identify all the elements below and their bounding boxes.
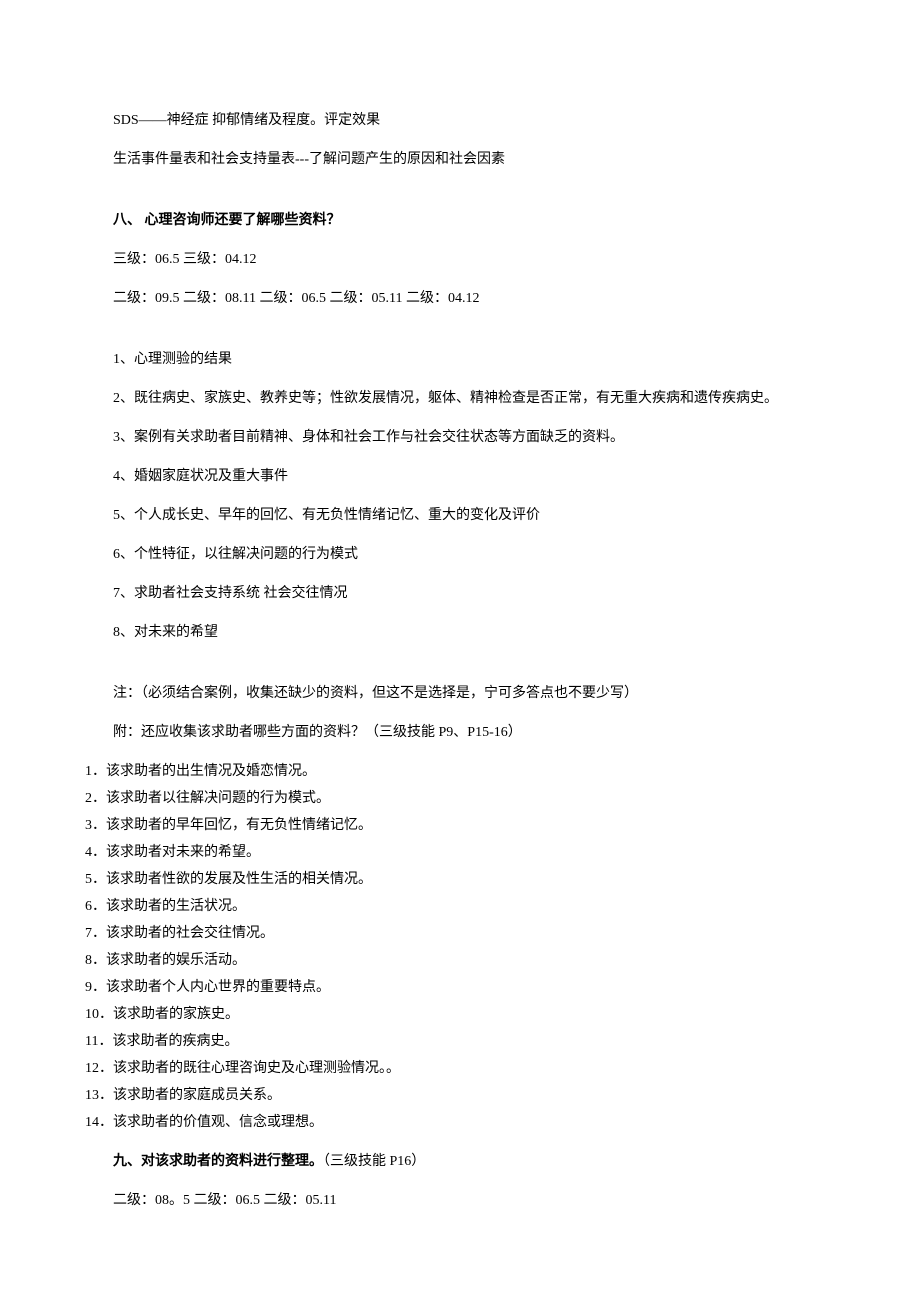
section-9-title: 九、对该求助者的资料进行整理。（三级技能 P16）: [85, 1151, 835, 1172]
appendix-item-7: 7．该求助者的社会交往情况。: [85, 923, 835, 944]
appendix-title: 附：还应收集该求助者哪些方面的资料？（三级技能 P9、P15-16）: [85, 722, 835, 743]
appendix-item-8: 8．该求助者的娱乐活动。: [85, 950, 835, 971]
appendix-item-2: 2．该求助者以往解决问题的行为模式。: [85, 788, 835, 809]
appendix-item-14: 14．该求助者的价值观、信念或理想。: [85, 1112, 835, 1133]
paragraph-scales: 生活事件量表和社会支持量表---了解问题产生的原因和社会因素: [85, 149, 835, 170]
section-9-line: 二级：08。5 二级：06.5 二级：05.11: [85, 1190, 835, 1211]
appendix-item-4: 4．该求助者对未来的希望。: [85, 842, 835, 863]
appendix-item-13: 13．该求助者的家庭成员关系。: [85, 1085, 835, 1106]
appendix-list: 1．该求助者的出生情况及婚恋情况。 2．该求助者以往解决问题的行为模式。 3．该…: [85, 761, 835, 1133]
appendix-item-6: 6．该求助者的生活状况。: [85, 896, 835, 917]
s8-item-3: 3、案例有关求助者目前精神、身体和社会工作与社会交往状态等方面缺乏的资料。: [85, 427, 835, 448]
appendix-item-9: 9．该求助者个人内心世界的重要特点。: [85, 977, 835, 998]
appendix-item-12: 12．该求助者的既往心理咨询史及心理测验情况。。: [85, 1058, 835, 1079]
s8-item-2: 2、既往病史、家族史、教养史等；性欲发展情况，躯体、精神检查是否正常，有无重大疾…: [85, 388, 835, 409]
appendix-item-10: 10．该求助者的家族史。: [85, 1004, 835, 1025]
s8-item-4: 4、婚姻家庭状况及重大事件: [85, 466, 835, 487]
s8-item-2-text: 2、既往病史、家族史、教养史等；性欲发展情况，躯体、精神检查是否正常，有无重大疾…: [113, 391, 778, 406]
section-9-title-rest: （三级技能 P16）: [323, 1154, 425, 1169]
note-paragraph: 注：（必须结合案例，收集还缺少的资料，但这不是选择是，宁可多答点也不要少写）: [85, 683, 835, 704]
appendix-item-3: 3．该求助者的早年回忆，有无负性情绪记忆。: [85, 815, 835, 836]
section-8-level3: 三级：06.5 三级：04.12: [85, 249, 835, 270]
section-8-level2: 二级：09.5 二级：08.11 二级：06.5 二级：05.11 二级：04.…: [85, 288, 835, 309]
s8-item-7: 7、求助者社会支持系统 社会交往情况: [85, 583, 835, 604]
section-8-title: 八、 心理咨询师还要了解哪些资料？: [85, 210, 835, 231]
section-9-title-bold: 九、对该求助者的资料进行整理。: [113, 1154, 323, 1169]
s8-item-6: 6、个性特征，以往解决问题的行为模式: [85, 544, 835, 565]
paragraph-sds: SDS——神经症 抑郁情绪及程度。评定效果: [85, 110, 835, 131]
appendix-item-11: 11．该求助者的疾病史。: [85, 1031, 835, 1052]
s8-item-1: 1、心理测验的结果: [85, 349, 835, 370]
s8-item-8: 8、对未来的希望: [85, 622, 835, 643]
s8-item-5: 5、个人成长史、早年的回忆、有无负性情绪记忆、重大的变化及评价: [85, 505, 835, 526]
appendix-item-5: 5．该求助者性欲的发展及性生活的相关情况。: [85, 869, 835, 890]
appendix-item-1: 1．该求助者的出生情况及婚恋情况。: [85, 761, 835, 782]
